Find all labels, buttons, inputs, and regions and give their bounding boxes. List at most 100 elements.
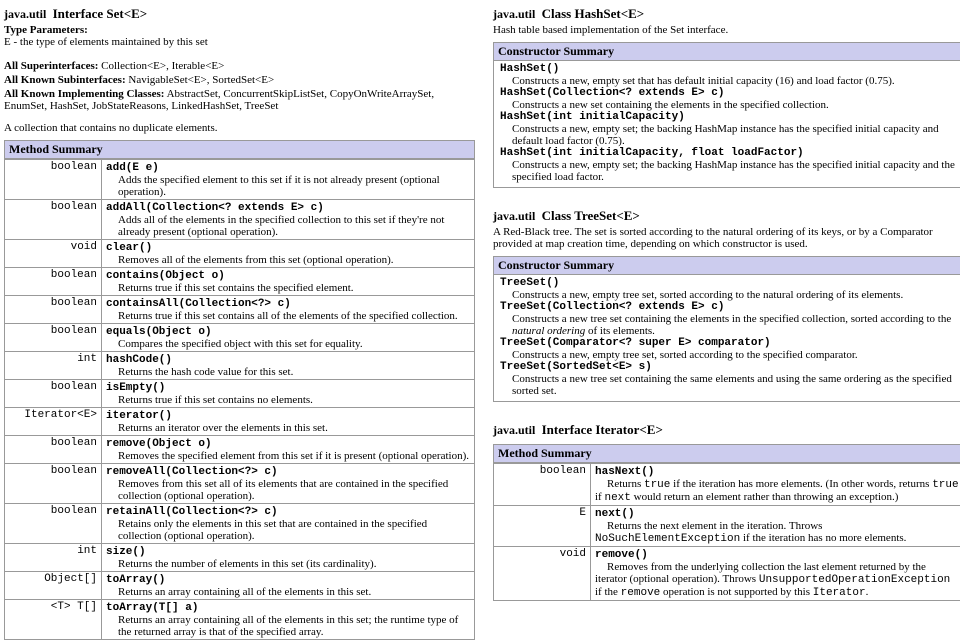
hashset-name: HashSet<E>: [574, 6, 644, 21]
superinterfaces: All Superinterfaces: Collection<E>, Iter…: [4, 60, 475, 72]
table-row: booleanisEmpty()Returns true if this set…: [5, 380, 475, 408]
ret-type: boolean: [5, 200, 102, 240]
hashset-title: java.util Class HashSet<E>: [493, 6, 960, 22]
method-cell: next() Returns the next element in the i…: [591, 506, 960, 547]
ret-type: <T> T[]: [5, 600, 102, 640]
type-params-val: E - the type of elements maintained by t…: [4, 36, 208, 48]
iterator-title: java.util Interface Iterator<E>: [493, 422, 960, 438]
ts-c2-sig: TreeSet(Comparator<? super E> comparator…: [500, 337, 957, 349]
hashset-desc: Hash table based implementation of the S…: [493, 24, 960, 36]
ret-type: Object[]: [5, 572, 102, 600]
ret-type: void: [494, 547, 591, 601]
iterator-pkg: java.util: [493, 423, 535, 437]
iterator-ms-title: Method Summary: [493, 444, 960, 463]
treeset-cs-title: Constructor Summary: [493, 256, 960, 275]
set-name: Set<E>: [106, 6, 147, 21]
table-row: booleanremoveAll(Collection<?> c)Removes…: [5, 464, 475, 504]
hs-c1-desc: Constructs a new set containing the elem…: [512, 99, 957, 111]
table-row: booleancontainsAll(Collection<?> c)Retur…: [5, 296, 475, 324]
type-params-label: Type Parameters:: [4, 24, 88, 36]
table-row: voidclear()Removes all of the elements f…: [5, 240, 475, 268]
iterator-method-table: boolean hasNext() Returns true if the it…: [493, 463, 960, 601]
method-cell: retainAll(Collection<?> c)Retains only t…: [102, 504, 475, 544]
impl-label: All Known Implementing Classes:: [4, 88, 164, 100]
super-val: Collection<E>, Iterable<E>: [101, 60, 224, 72]
impl-val2: EnumSet, HashSet, JobStateReasons, Linke…: [4, 100, 278, 112]
table-row: void remove() Removes from the underlyin…: [494, 547, 960, 601]
ret-type: boolean: [5, 324, 102, 352]
hs-c2-desc: Constructs a new, empty set; the backing…: [512, 123, 957, 147]
method-cell: remove(Object o)Removes the specified el…: [102, 436, 475, 464]
method-cell: hashCode()Returns the hash code value fo…: [102, 352, 475, 380]
sub-label: All Known Subinterfaces:: [4, 74, 126, 86]
table-row: Iterator<E>iterator()Returns an iterator…: [5, 408, 475, 436]
impl-classes: All Known Implementing Classes: Abstract…: [4, 88, 475, 112]
set-title: java.util Interface Set<E>: [4, 6, 475, 22]
ret-type: int: [5, 352, 102, 380]
ret-type: boolean: [5, 380, 102, 408]
table-row: booleanremove(Object o)Removes the speci…: [5, 436, 475, 464]
method-cell: size()Returns the number of elements in …: [102, 544, 475, 572]
ret-type: E: [494, 506, 591, 547]
treeset-desc: A Red-Black tree. The set is sorted acco…: [493, 226, 960, 250]
ts-c1-desc: Constructs a new tree set containing the…: [512, 313, 957, 337]
set-desc: A collection that contains no duplicate …: [4, 122, 475, 134]
ts-c0-sig: TreeSet(): [500, 277, 957, 289]
super-label: All Superinterfaces:: [4, 60, 98, 72]
sub-val: NavigableSet<E>, SortedSet<E>: [128, 74, 274, 86]
set-pkg: java.util: [4, 7, 46, 21]
ret-type: void: [5, 240, 102, 268]
table-row: <T> T[]toArray(T[] a)Returns an array co…: [5, 600, 475, 640]
hashset-kind: Class: [542, 6, 572, 21]
ts-c0-desc: Constructs a new, empty tree set, sorted…: [512, 289, 957, 301]
hs-c0-sig: HashSet(): [500, 63, 957, 75]
method-cell: hasNext() Returns true if the iteration …: [591, 464, 960, 506]
ts-c1-sig: TreeSet(Collection<? extends E> c): [500, 301, 957, 313]
table-row: booleanretainAll(Collection<?> c)Retains…: [5, 504, 475, 544]
hs-c0-desc: Constructs a new, empty set that has def…: [512, 75, 957, 87]
hs-c3-sig: HashSet(int initialCapacity, float loadF…: [500, 147, 957, 159]
ret-type: boolean: [5, 296, 102, 324]
impl-val1: AbstractSet, ConcurrentSkipListSet, Copy…: [167, 88, 435, 100]
method-cell: equals(Object o)Compares the specified o…: [102, 324, 475, 352]
method-cell: iterator()Returns an iterator over the e…: [102, 408, 475, 436]
method-cell: remove() Removes from the underlying col…: [591, 547, 960, 601]
treeset-kind: Class: [542, 208, 572, 223]
subinterfaces: All Known Subinterfaces: NavigableSet<E>…: [4, 74, 475, 86]
table-row: intsize()Returns the number of elements …: [5, 544, 475, 572]
hashset-pkg: java.util: [493, 7, 535, 21]
treeset-title: java.util Class TreeSet<E>: [493, 208, 960, 224]
treeset-pkg: java.util: [493, 209, 535, 223]
method-cell: toArray()Returns an array containing all…: [102, 572, 475, 600]
iterator-name: Iterator<E>: [595, 422, 663, 437]
ts-c3-sig: TreeSet(SortedSet<E> s): [500, 361, 957, 373]
right-column: java.util Class HashSet<E> Hash table ba…: [493, 4, 960, 640]
type-params: Type Parameters: E - the type of element…: [4, 24, 475, 48]
ret-type: boolean: [5, 268, 102, 296]
set-method-table: booleanadd(E e)Adds the specified elemen…: [4, 159, 475, 640]
hs-c3-desc: Constructs a new, empty set; the backing…: [512, 159, 957, 183]
table-row: booleanadd(E e)Adds the specified elemen…: [5, 160, 475, 200]
table-row: boolean hasNext() Returns true if the it…: [494, 464, 960, 506]
hashset-cs-title: Constructor Summary: [493, 42, 960, 61]
ret-type: int: [5, 544, 102, 572]
method-cell: containsAll(Collection<?> c)Returns true…: [102, 296, 475, 324]
ret-type: boolean: [494, 464, 591, 506]
ts-c2-desc: Constructs a new, empty tree set, sorted…: [512, 349, 957, 361]
ret-type: Iterator<E>: [5, 408, 102, 436]
ret-type: boolean: [5, 464, 102, 504]
table-row: E next() Returns the next element in the…: [494, 506, 960, 547]
left-column: java.util Interface Set<E> Type Paramete…: [4, 4, 475, 640]
method-cell: add(E e)Adds the specified element to th…: [102, 160, 475, 200]
treeset-constructors: TreeSet() Constructs a new, empty tree s…: [493, 275, 960, 402]
method-cell: removeAll(Collection<?> c)Removes from t…: [102, 464, 475, 504]
hs-c2-sig: HashSet(int initialCapacity): [500, 111, 957, 123]
iterator-kind: Interface: [542, 422, 593, 437]
table-row: booleanequals(Object o)Compares the spec…: [5, 324, 475, 352]
hs-c1-sig: HashSet(Collection<? extends E> c): [500, 87, 957, 99]
set-kind: Interface: [53, 6, 104, 21]
table-row: booleanaddAll(Collection<? extends E> c)…: [5, 200, 475, 240]
table-row: booleancontains(Object o)Returns true if…: [5, 268, 475, 296]
method-cell: clear()Removes all of the elements from …: [102, 240, 475, 268]
hashset-constructors: HashSet()Constructs a new, empty set tha…: [493, 61, 960, 188]
